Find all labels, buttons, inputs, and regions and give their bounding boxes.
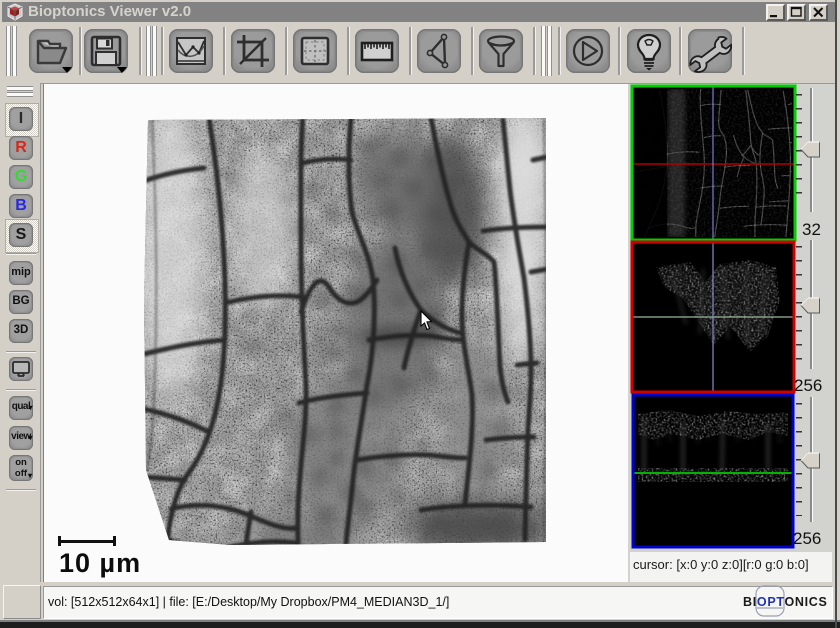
svg-text:BIOPTONICS: BIOPTONICS xyxy=(743,595,828,609)
